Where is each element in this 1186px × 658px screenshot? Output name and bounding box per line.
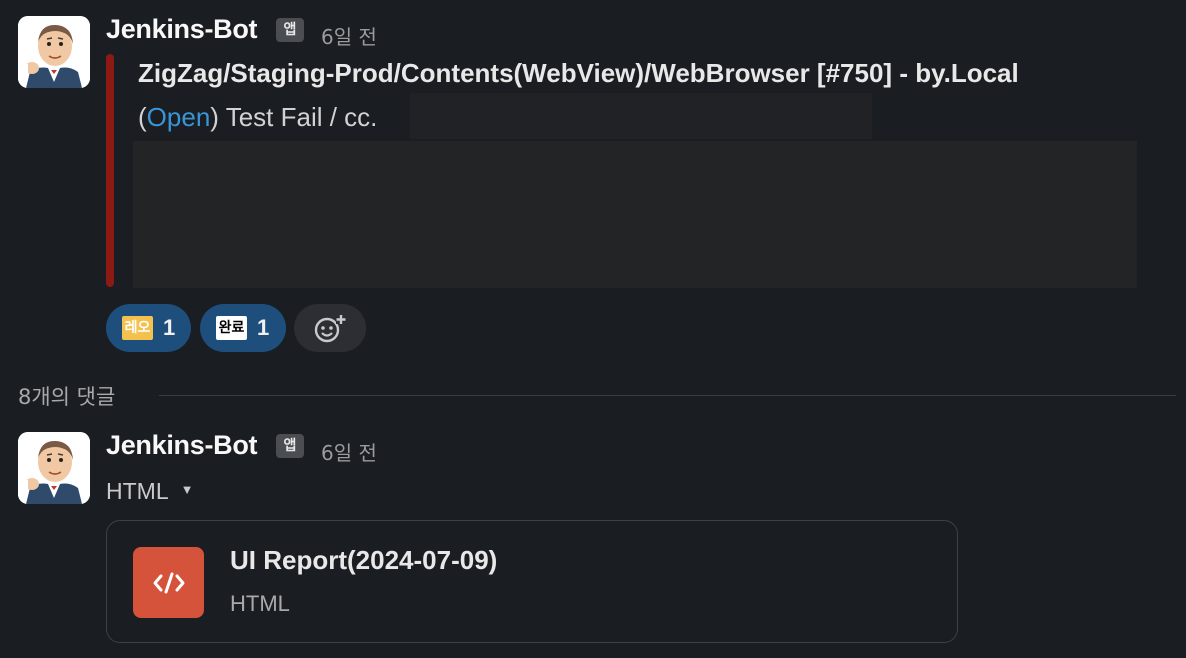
reply-timestamp[interactable]: 6일 전 [321,437,377,466]
jenkins-avatar[interactable] [18,16,90,88]
file-attachment-card[interactable]: UI Report(2024-07-09) HTML [106,520,958,643]
add-emoji-icon [314,315,346,343]
caret-down-icon: ▼ [180,482,194,498]
file-kind: HTML [230,591,290,616]
sender-name[interactable]: Jenkins-Bot [106,430,258,461]
redacted-mentions [410,93,872,139]
app-badge: 앱 [276,434,304,458]
file-preview-toggle[interactable]: HTML ▼ [106,478,194,505]
reply-count-label[interactable]: 8개의 댓글 [18,381,115,411]
attachment-title: ZigZag/Staging-Prod/Contents(WebView)/We… [138,58,1019,88]
redacted-content-block [133,141,1137,288]
attachment-color-bar [106,54,114,287]
jenkins-butler-icon [18,432,90,504]
leo-emoji-icon: 레오 [122,316,153,340]
sender-name[interactable]: Jenkins-Bot [106,14,258,45]
message-timestamp[interactable]: 6일 전 [321,21,377,50]
attachment-status-line: (Open) Test Fail / cc. [138,102,377,133]
slack-thread-view: Jenkins-Bot 앱 6일 전 ZigZag/Staging-Prod/C… [0,0,1186,658]
open-link[interactable]: Open [147,102,211,132]
thread-divider [159,395,1176,396]
code-file-icon [133,547,204,618]
reaction-count: 1 [163,315,176,340]
app-badge: 앱 [276,18,304,42]
reaction-leo[interactable]: 레오 1 [106,304,191,352]
done-emoji-icon: 완료 [216,316,247,340]
add-reaction-button[interactable] [294,304,366,352]
jenkins-butler-icon [18,16,90,88]
file-type-label: HTML [106,478,169,504]
status-text: ) Test Fail / cc. [210,102,378,132]
jenkins-avatar[interactable] [18,432,90,504]
reaction-done[interactable]: 완료 1 [200,304,286,352]
file-name[interactable]: UI Report(2024-07-09) [230,545,497,576]
reaction-count: 1 [257,315,270,340]
open-paren: ( [138,102,147,132]
